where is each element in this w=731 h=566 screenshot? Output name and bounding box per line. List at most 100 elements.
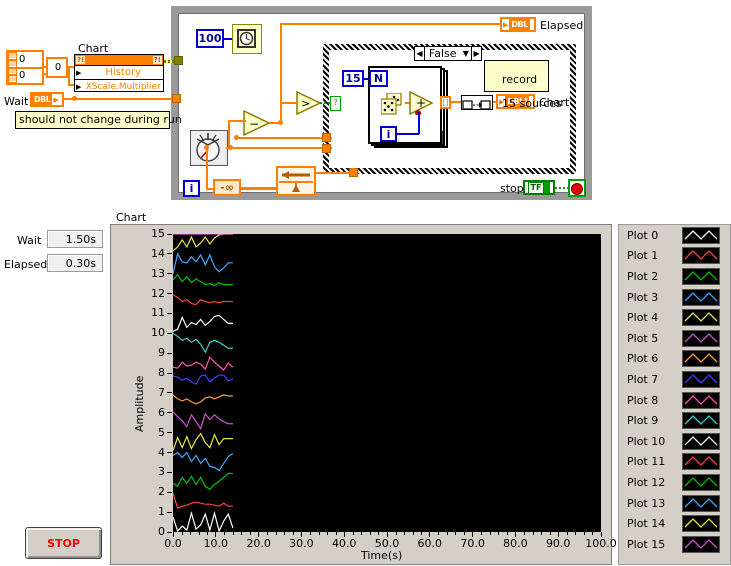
legend-color-swatch[interactable]: [682, 412, 720, 430]
legend-color-swatch[interactable]: [682, 535, 720, 553]
legend-row[interactable]: Plot 3: [619, 287, 730, 308]
block-diagram[interactable]: 0 0 0 Chart ?!?! ▶ History ▶ XScale.Mult…: [0, 0, 731, 205]
wire-timer-branch2: [236, 137, 332, 139]
legend-row[interactable]: Plot 0: [619, 225, 730, 246]
legend-color-swatch[interactable]: [682, 515, 720, 533]
chart-y-tick-mark: [167, 332, 172, 334]
wire-feedback-left-v: [206, 147, 208, 190]
legend-row[interactable]: Plot 2: [619, 266, 730, 287]
tunnel-refnum[interactable]: [174, 56, 183, 65]
chart-x-tick-label: 30.0: [289, 537, 314, 550]
chart-y-tick-label: 2: [158, 485, 165, 499]
for-loop-i-terminal[interactable]: i: [380, 126, 397, 142]
cluster-constant[interactable]: 0 0: [6, 50, 44, 85]
wait-ms-function-icon[interactable]: [232, 24, 262, 54]
legend-row[interactable]: Plot 5: [619, 328, 730, 349]
chart-trace: [173, 332, 233, 354]
legend-color-swatch[interactable]: [682, 473, 720, 491]
subtract-function[interactable]: −: [243, 109, 271, 140]
legend-row[interactable]: Plot 11: [619, 452, 730, 473]
case-selector[interactable]: ◀ False ▼ ▶: [414, 46, 482, 61]
case-dropdown-icon[interactable]: ▼: [461, 49, 472, 58]
legend-color-swatch[interactable]: [682, 453, 720, 471]
chart-x-minor-tick: [438, 532, 440, 535]
tunnel-case-left-1[interactable]: [322, 133, 331, 142]
legend-row[interactable]: Plot 15: [619, 534, 730, 555]
legend-color-swatch[interactable]: [682, 247, 720, 265]
waveform-chart[interactable]: 0 1 2 3 4 5 6 7 8 9 10 11 12 13 14 15 0.0 10.0 20.0 30.0 40…: [110, 224, 617, 565]
legend-row[interactable]: Plot 12: [619, 472, 730, 493]
for-loop-array-tunnel[interactable]: []: [440, 96, 451, 109]
legend-color-swatch[interactable]: [682, 309, 720, 327]
legend-row[interactable]: Plot 13: [619, 493, 730, 514]
chart-x-minor-tick: [207, 532, 209, 535]
legend-color-swatch[interactable]: [682, 226, 720, 244]
legend-color-swatch[interactable]: [682, 329, 720, 347]
chart-x-minor-tick: [284, 532, 286, 535]
legend-color-swatch[interactable]: [682, 432, 720, 450]
property-node-row-history[interactable]: ▶ History: [75, 65, 163, 79]
legend-label: Plot 7: [627, 372, 659, 386]
greater-than-function[interactable]: >: [296, 90, 322, 119]
chart-x-minor-tick: [523, 532, 525, 535]
feedback-arrow-icon: [278, 168, 314, 194]
cluster-value-2: 0: [17, 66, 42, 84]
tunnel-wait-into-loop[interactable]: [172, 94, 181, 103]
wire-timer-to-subtract-h: [228, 120, 246, 122]
legend-row[interactable]: Plot 8: [619, 390, 730, 411]
tick-count-function[interactable]: [190, 130, 228, 166]
legend-color-swatch[interactable]: [682, 350, 720, 368]
random-number-function[interactable]: [380, 92, 405, 119]
tunnel-case-left-2[interactable]: [322, 144, 331, 153]
while-loop-i-terminal[interactable]: i: [183, 180, 200, 197]
legend-row[interactable]: Plot 1: [619, 246, 730, 267]
case-next-arrow-icon[interactable]: ▶: [471, 47, 481, 60]
wait-ms-constant[interactable]: 100: [196, 29, 224, 48]
numeric-constant-zero[interactable]: 0: [46, 57, 68, 78]
chart-legend[interactable]: Plot 0 Plot 1 Plot 2 Plot 3 Plot 4 Plot 5 Plot…: [618, 224, 731, 565]
chart-x-minor-tick: [395, 532, 397, 535]
legend-label: Plot 3: [627, 290, 659, 304]
add-function[interactable]: +: [409, 90, 434, 119]
wire-cluster-to-const: [44, 66, 48, 68]
legend-row[interactable]: Plot 4: [619, 307, 730, 328]
legend-color-swatch[interactable]: [682, 267, 720, 285]
chart-plot-area[interactable]: [173, 234, 601, 532]
legend-color-swatch[interactable]: [682, 494, 720, 512]
chart-property-node[interactable]: ?!?! ▶ History ▶ XScale.Multiplier: [74, 54, 164, 92]
legend-color-swatch[interactable]: [682, 288, 720, 306]
loop-count-constant[interactable]: 15: [342, 70, 364, 87]
legend-color-swatch[interactable]: [682, 370, 720, 388]
legend-row[interactable]: Plot 10: [619, 431, 730, 452]
property-input-arrow-icon-2: ▶: [76, 82, 82, 91]
legend-row[interactable]: Plot 14: [619, 513, 730, 534]
chart-x-minor-tick: [190, 532, 192, 535]
legend-row[interactable]: Plot 7: [619, 369, 730, 390]
shift-register-feedback-node[interactable]: [276, 166, 316, 196]
negative-infinity-constant[interactable]: -∞: [213, 179, 241, 196]
stop-button[interactable]: STOP: [25, 527, 102, 559]
legend-row[interactable]: Plot 9: [619, 410, 730, 431]
chart-y-tick-mark: [167, 233, 172, 235]
wire-feedback-to-tunnel: [316, 172, 354, 174]
chart-x-tick-mark: [215, 532, 217, 537]
cluster-increment-arrows[interactable]: [8, 52, 17, 83]
legend-row[interactable]: Plot 6: [619, 349, 730, 370]
chart-x-minor-tick: [250, 532, 252, 535]
legend-label: Plot 14: [627, 517, 666, 531]
for-loop-N-terminal[interactable]: N: [369, 70, 388, 87]
legend-color-swatch[interactable]: [682, 391, 720, 409]
property-node-row-xscale[interactable]: ▶ XScale.Multiplier: [75, 79, 163, 93]
legend-label: Plot 11: [627, 455, 666, 469]
wait-dbl-terminal[interactable]: DBL ▶: [30, 92, 64, 107]
case-selector-terminal[interactable]: ?: [330, 96, 341, 111]
front-panel[interactable]: Wait 1.50s Elapsed 0.30s Chart 012345678…: [0, 205, 731, 566]
stop-bool-terminal[interactable]: TF: [523, 180, 555, 195]
chart-x-minor-tick: [327, 532, 329, 535]
greater-than-triangle-icon: >: [296, 90, 322, 116]
loop-conditional-terminal[interactable]: [568, 179, 586, 197]
case-prev-arrow-icon[interactable]: ◀: [415, 47, 425, 60]
elapsed-dbl-terminal[interactable]: ▶ DBL: [500, 17, 536, 32]
chart-trace: [173, 432, 233, 451]
chart-x-minor-tick: [352, 532, 354, 535]
